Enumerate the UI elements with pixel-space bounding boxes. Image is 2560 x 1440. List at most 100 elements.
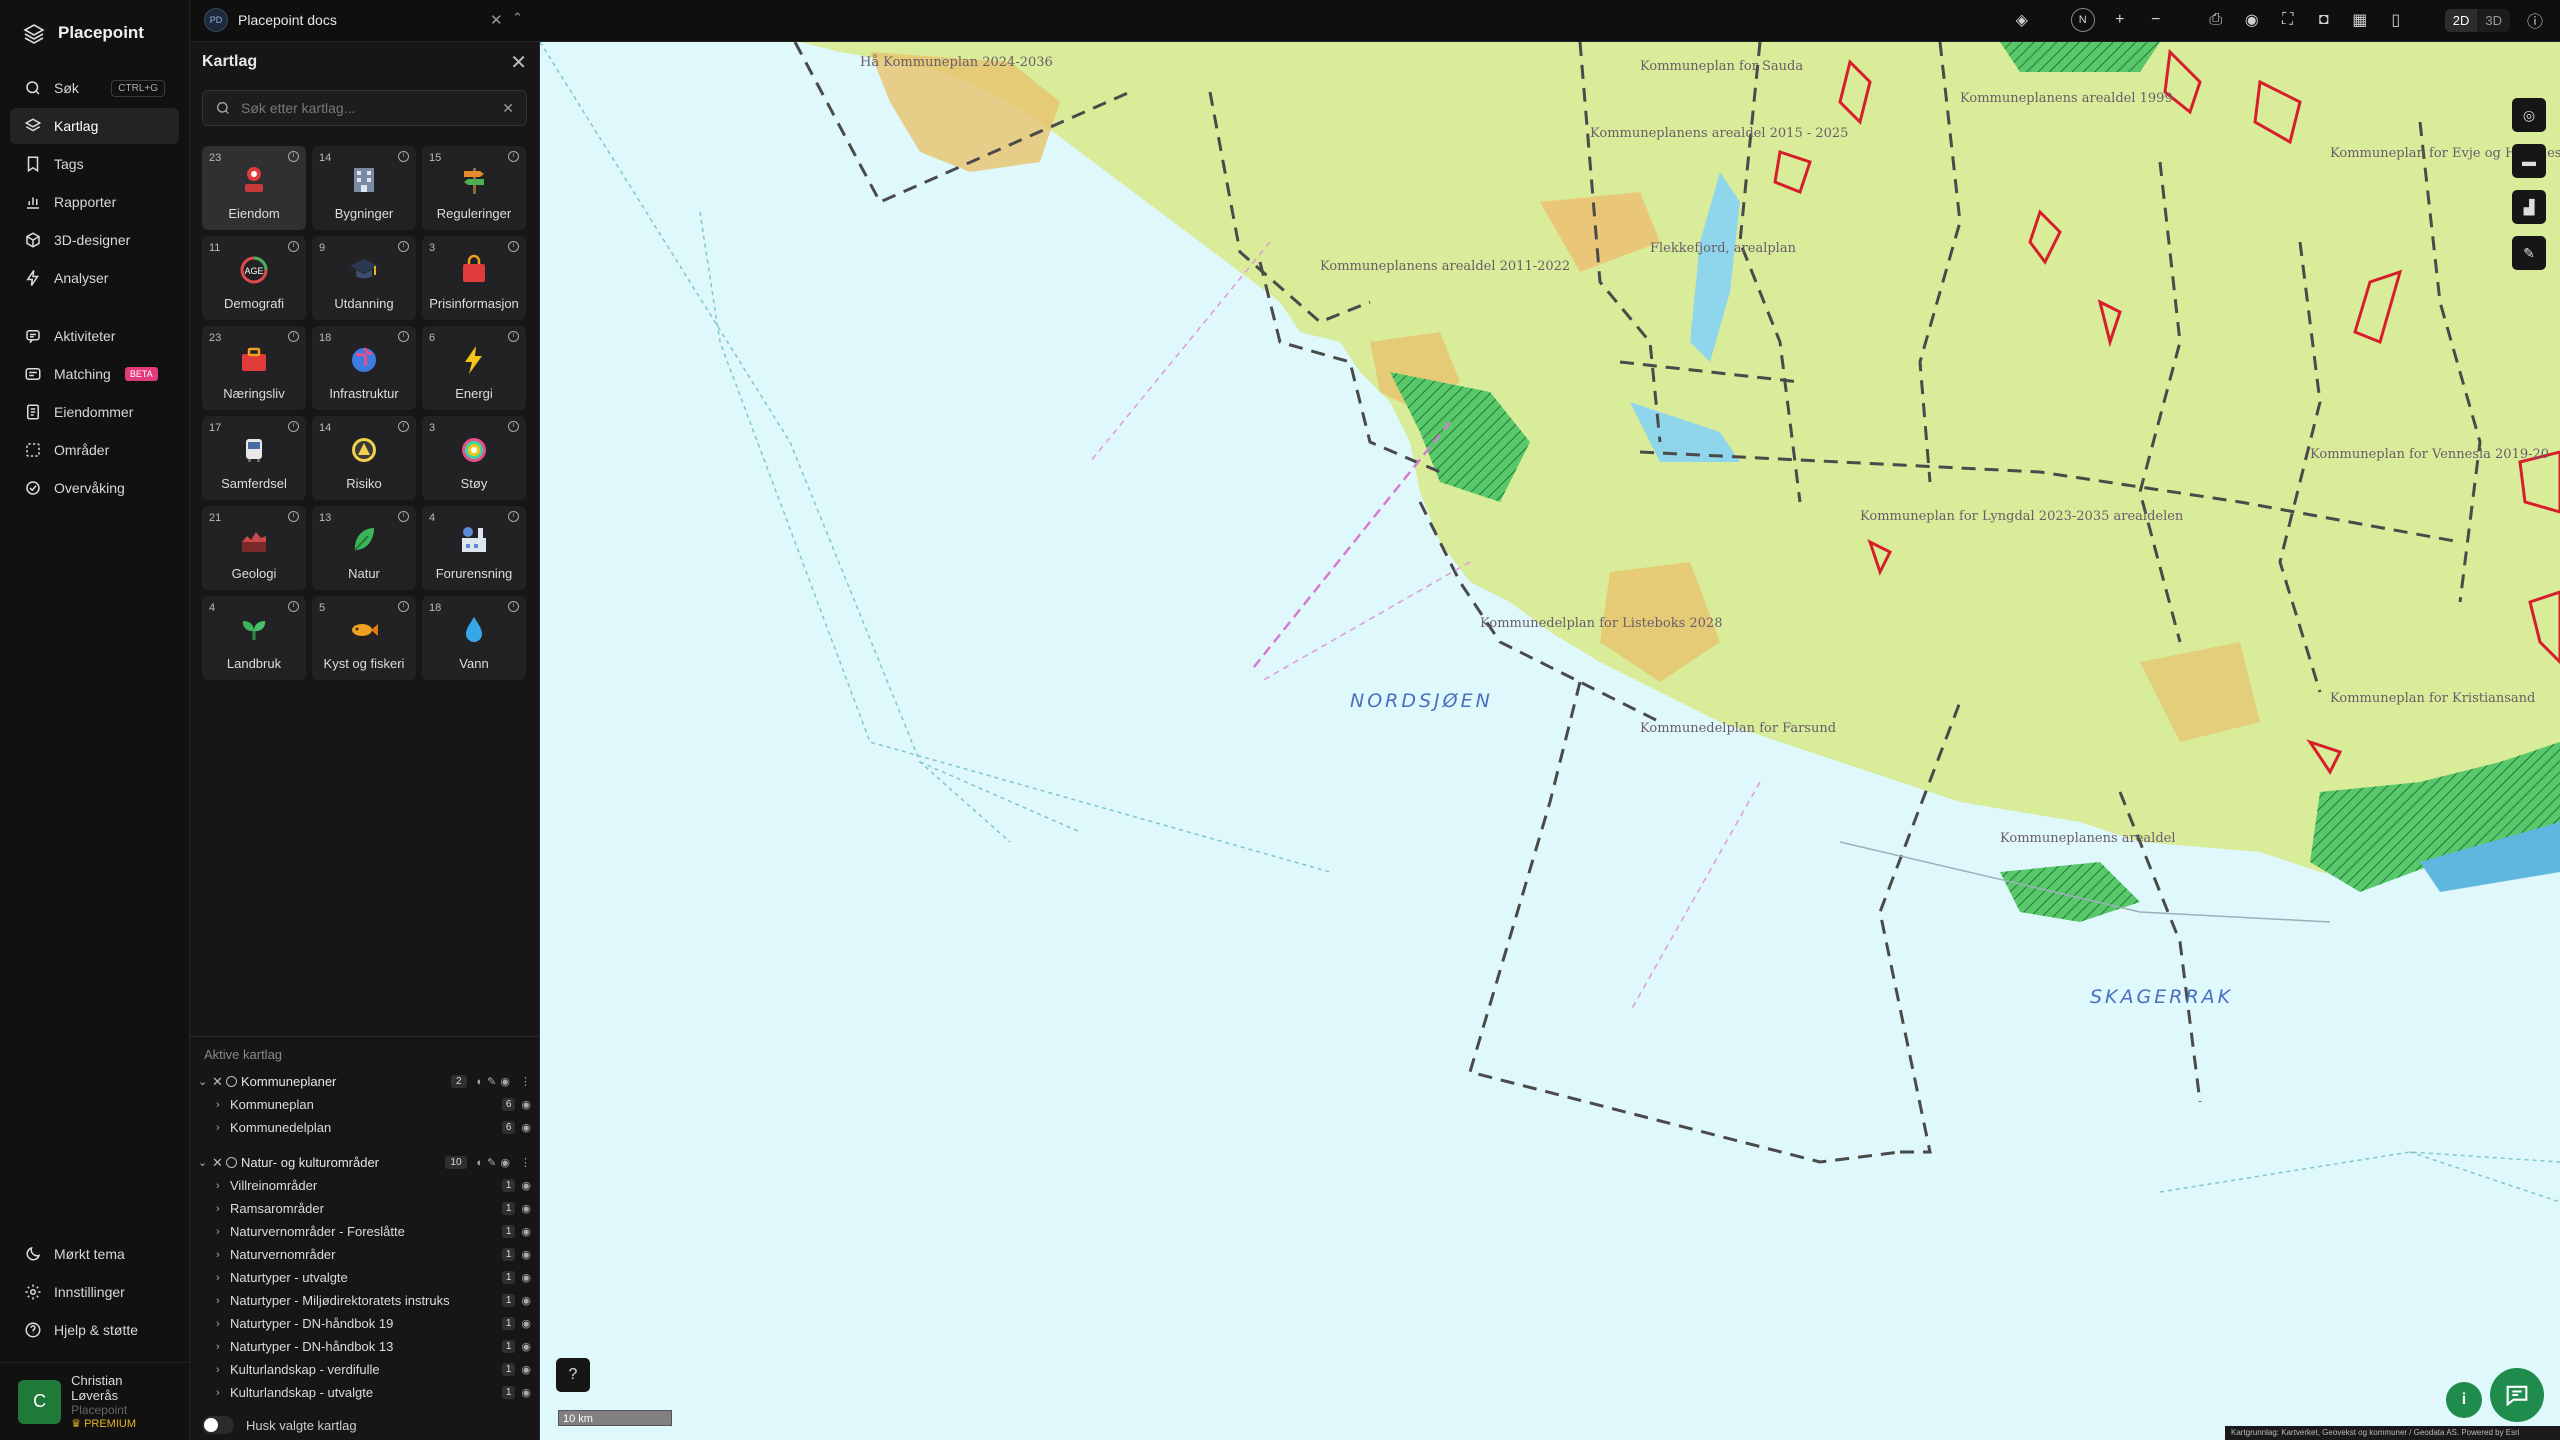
category-tile-risiko[interactable]: 14 i Risiko xyxy=(312,416,416,500)
nav-omrader[interactable]: Områder xyxy=(10,432,179,468)
category-tile-natur[interactable]: 13 i Natur xyxy=(312,506,416,590)
eye-icon[interactable]: ◉ xyxy=(521,1386,531,1399)
eye-icon[interactable]: ◉ xyxy=(521,1121,531,1134)
nav-eiendommer[interactable]: Eiendommer xyxy=(10,394,179,430)
info-icon[interactable]: i xyxy=(288,601,299,612)
chevron-right-icon[interactable]: › xyxy=(216,1387,230,1399)
eye-icon[interactable]: ◉ xyxy=(521,1202,531,1215)
remove-group-icon[interactable]: ✕ xyxy=(212,1155,226,1171)
category-tile-bygninger[interactable]: 14 i Bygninger xyxy=(312,146,416,230)
layer-row[interactable]: › Naturvernområder - Foreslåtte 1 ◉ xyxy=(190,1220,539,1243)
nav-tags[interactable]: Tags xyxy=(10,146,179,182)
info-icon[interactable]: i xyxy=(288,511,299,522)
chevron-right-icon[interactable]: › xyxy=(216,1249,230,1261)
nav-settings[interactable]: Innstillinger xyxy=(10,1274,179,1310)
close-icon[interactable]: ✕ xyxy=(510,50,527,75)
bookmark-map-icon[interactable]: ▯ xyxy=(2385,9,2407,31)
eye-icon[interactable]: ◉ xyxy=(521,1098,531,1111)
mode-2d-button[interactable]: 2D xyxy=(2444,8,2478,32)
map-help-button[interactable]: ? xyxy=(556,1358,590,1392)
category-tile-utdanning[interactable]: 9 i Utdanning xyxy=(312,236,416,320)
info-icon[interactable]: ⓘ xyxy=(2524,9,2546,31)
eye-icon[interactable]: ◉ xyxy=(521,1179,531,1192)
category-tile-landbruk[interactable]: 4 i Landbruk xyxy=(202,596,306,680)
chevron-down-icon[interactable]: ⌄ xyxy=(198,1156,212,1169)
eye-icon[interactable]: ◉ xyxy=(521,1340,531,1353)
layer-row[interactable]: › Kommuneplan 6 ◉ xyxy=(190,1093,539,1116)
workspace-selector[interactable]: PD Placepoint docs xyxy=(204,8,337,32)
eye-icon[interactable]: ◉ xyxy=(2241,9,2263,31)
info-icon[interactable]: i xyxy=(288,331,299,342)
chat-button[interactable] xyxy=(2490,1368,2544,1422)
print-icon[interactable]: ⎙ xyxy=(2205,9,2227,31)
workspace-close-icon[interactable]: ✕ xyxy=(490,11,503,29)
chevron-right-icon[interactable]: › xyxy=(216,1099,230,1111)
map-view[interactable]: Hå Kommuneplan 2024-2036 Kommuneplan for… xyxy=(540,42,2560,1440)
category-tile-reguleringer[interactable]: 15 i Reguleringer xyxy=(422,146,526,230)
info-icon[interactable]: i xyxy=(288,241,299,252)
chevron-right-icon[interactable]: › xyxy=(216,1318,230,1330)
chevron-right-icon[interactable]: › xyxy=(216,1122,230,1134)
layer-row[interactable]: › Naturtyper - Miljødirektoratets instruk… xyxy=(190,1289,539,1312)
category-tile-st-y[interactable]: 3 i Støy xyxy=(422,416,526,500)
category-tile-geologi[interactable]: 21 i Geologi xyxy=(202,506,306,590)
info-icon[interactable]: i xyxy=(398,331,409,342)
opacity-icon[interactable]: ◐ xyxy=(477,1157,484,1169)
fullscreen-icon[interactable]: ⛶ xyxy=(2277,9,2299,31)
zoom-out-icon[interactable]: − xyxy=(2145,9,2167,31)
measure-area-icon[interactable]: ◎ xyxy=(2512,98,2546,132)
category-tile-eiendom[interactable]: 23 i Eiendom xyxy=(202,146,306,230)
eye-icon[interactable]: ◉ xyxy=(500,1075,510,1088)
info-button[interactable]: i xyxy=(2446,1382,2482,1418)
category-tile-kyst-og-fiskeri[interactable]: 5 i Kyst og fiskeri xyxy=(312,596,416,680)
clear-search-icon[interactable]: ✕ xyxy=(502,100,514,117)
user-profile[interactable]: C Christian Løverås Placepoint ♛ PREMIUM xyxy=(0,1362,189,1440)
mode-3d-button[interactable]: 3D xyxy=(2477,9,2510,32)
eye-icon[interactable]: ◉ xyxy=(521,1317,531,1330)
category-tile-vann[interactable]: 18 i Vann xyxy=(422,596,526,680)
eye-icon[interactable]: ◉ xyxy=(521,1271,531,1284)
layer-row[interactable]: › Villreinområder 1 ◉ xyxy=(190,1174,539,1197)
layer-row[interactable]: › Naturvernområder 1 ◉ xyxy=(190,1243,539,1266)
eye-icon[interactable]: ◉ xyxy=(500,1156,510,1169)
eye-icon[interactable]: ◉ xyxy=(521,1248,531,1261)
remove-group-icon[interactable]: ✕ xyxy=(212,1074,226,1090)
chevron-right-icon[interactable]: › xyxy=(216,1203,230,1215)
info-icon[interactable]: i xyxy=(288,421,299,432)
remember-toggle[interactable] xyxy=(202,1416,234,1434)
chevron-right-icon[interactable]: › xyxy=(216,1341,230,1353)
layer-row[interactable]: › Kommunedelplan 6 ◉ xyxy=(190,1116,539,1139)
category-tile-demografi[interactable]: 11 i AGE Demografi xyxy=(202,236,306,320)
dark-theme-toggle[interactable]: Mørkt tema xyxy=(10,1236,179,1272)
info-icon[interactable]: i xyxy=(398,511,409,522)
info-icon[interactable] xyxy=(226,1076,237,1087)
brand[interactable]: Placepoint xyxy=(0,0,189,66)
layer-row[interactable]: › Kulturlandskap - verdifulle 1 ◉ xyxy=(190,1358,539,1381)
edit-icon[interactable]: ✎ xyxy=(487,1156,496,1169)
layer-row[interactable]: › Kulturlandskap - utvalgte 1 ◉ xyxy=(190,1381,539,1404)
eye-icon[interactable]: ◉ xyxy=(521,1294,531,1307)
info-icon[interactable]: i xyxy=(508,511,519,522)
info-icon[interactable]: i xyxy=(398,241,409,252)
chevron-right-icon[interactable]: › xyxy=(216,1180,230,1192)
info-icon[interactable]: i xyxy=(398,601,409,612)
grid-icon[interactable]: ▦ xyxy=(2349,9,2371,31)
category-tile-energi[interactable]: 6 i Energi xyxy=(422,326,526,410)
category-tile-n-ringsliv[interactable]: 23 i Næringsliv xyxy=(202,326,306,410)
info-icon[interactable] xyxy=(226,1157,237,1168)
ruler-icon[interactable]: ▬ xyxy=(2512,144,2546,178)
nav-analyser[interactable]: Analyser xyxy=(10,260,179,296)
chevron-right-icon[interactable]: › xyxy=(216,1364,230,1376)
info-icon[interactable]: i xyxy=(508,151,519,162)
map-canvas[interactable]: Hå Kommuneplan 2024-2036 Kommuneplan for… xyxy=(540,42,2560,1440)
camera-icon[interactable]: ◘ xyxy=(2313,9,2335,31)
remember-layers[interactable]: Husk valgte kartlag xyxy=(202,1416,357,1434)
edit-icon[interactable]: ✎ xyxy=(487,1075,496,1088)
category-tile-prisinformasjon[interactable]: 3 i Prisinformasjon xyxy=(422,236,526,320)
layer-row[interactable]: › Naturtyper - DN-håndbok 13 1 ◉ xyxy=(190,1335,539,1358)
info-icon[interactable]: i xyxy=(288,151,299,162)
eye-icon[interactable]: ◉ xyxy=(521,1363,531,1376)
zoom-in-icon[interactable]: + xyxy=(2109,9,2131,31)
chevron-down-icon[interactable]: ⌄ xyxy=(198,1075,212,1088)
compass-icon[interactable]: N xyxy=(2070,8,2095,32)
